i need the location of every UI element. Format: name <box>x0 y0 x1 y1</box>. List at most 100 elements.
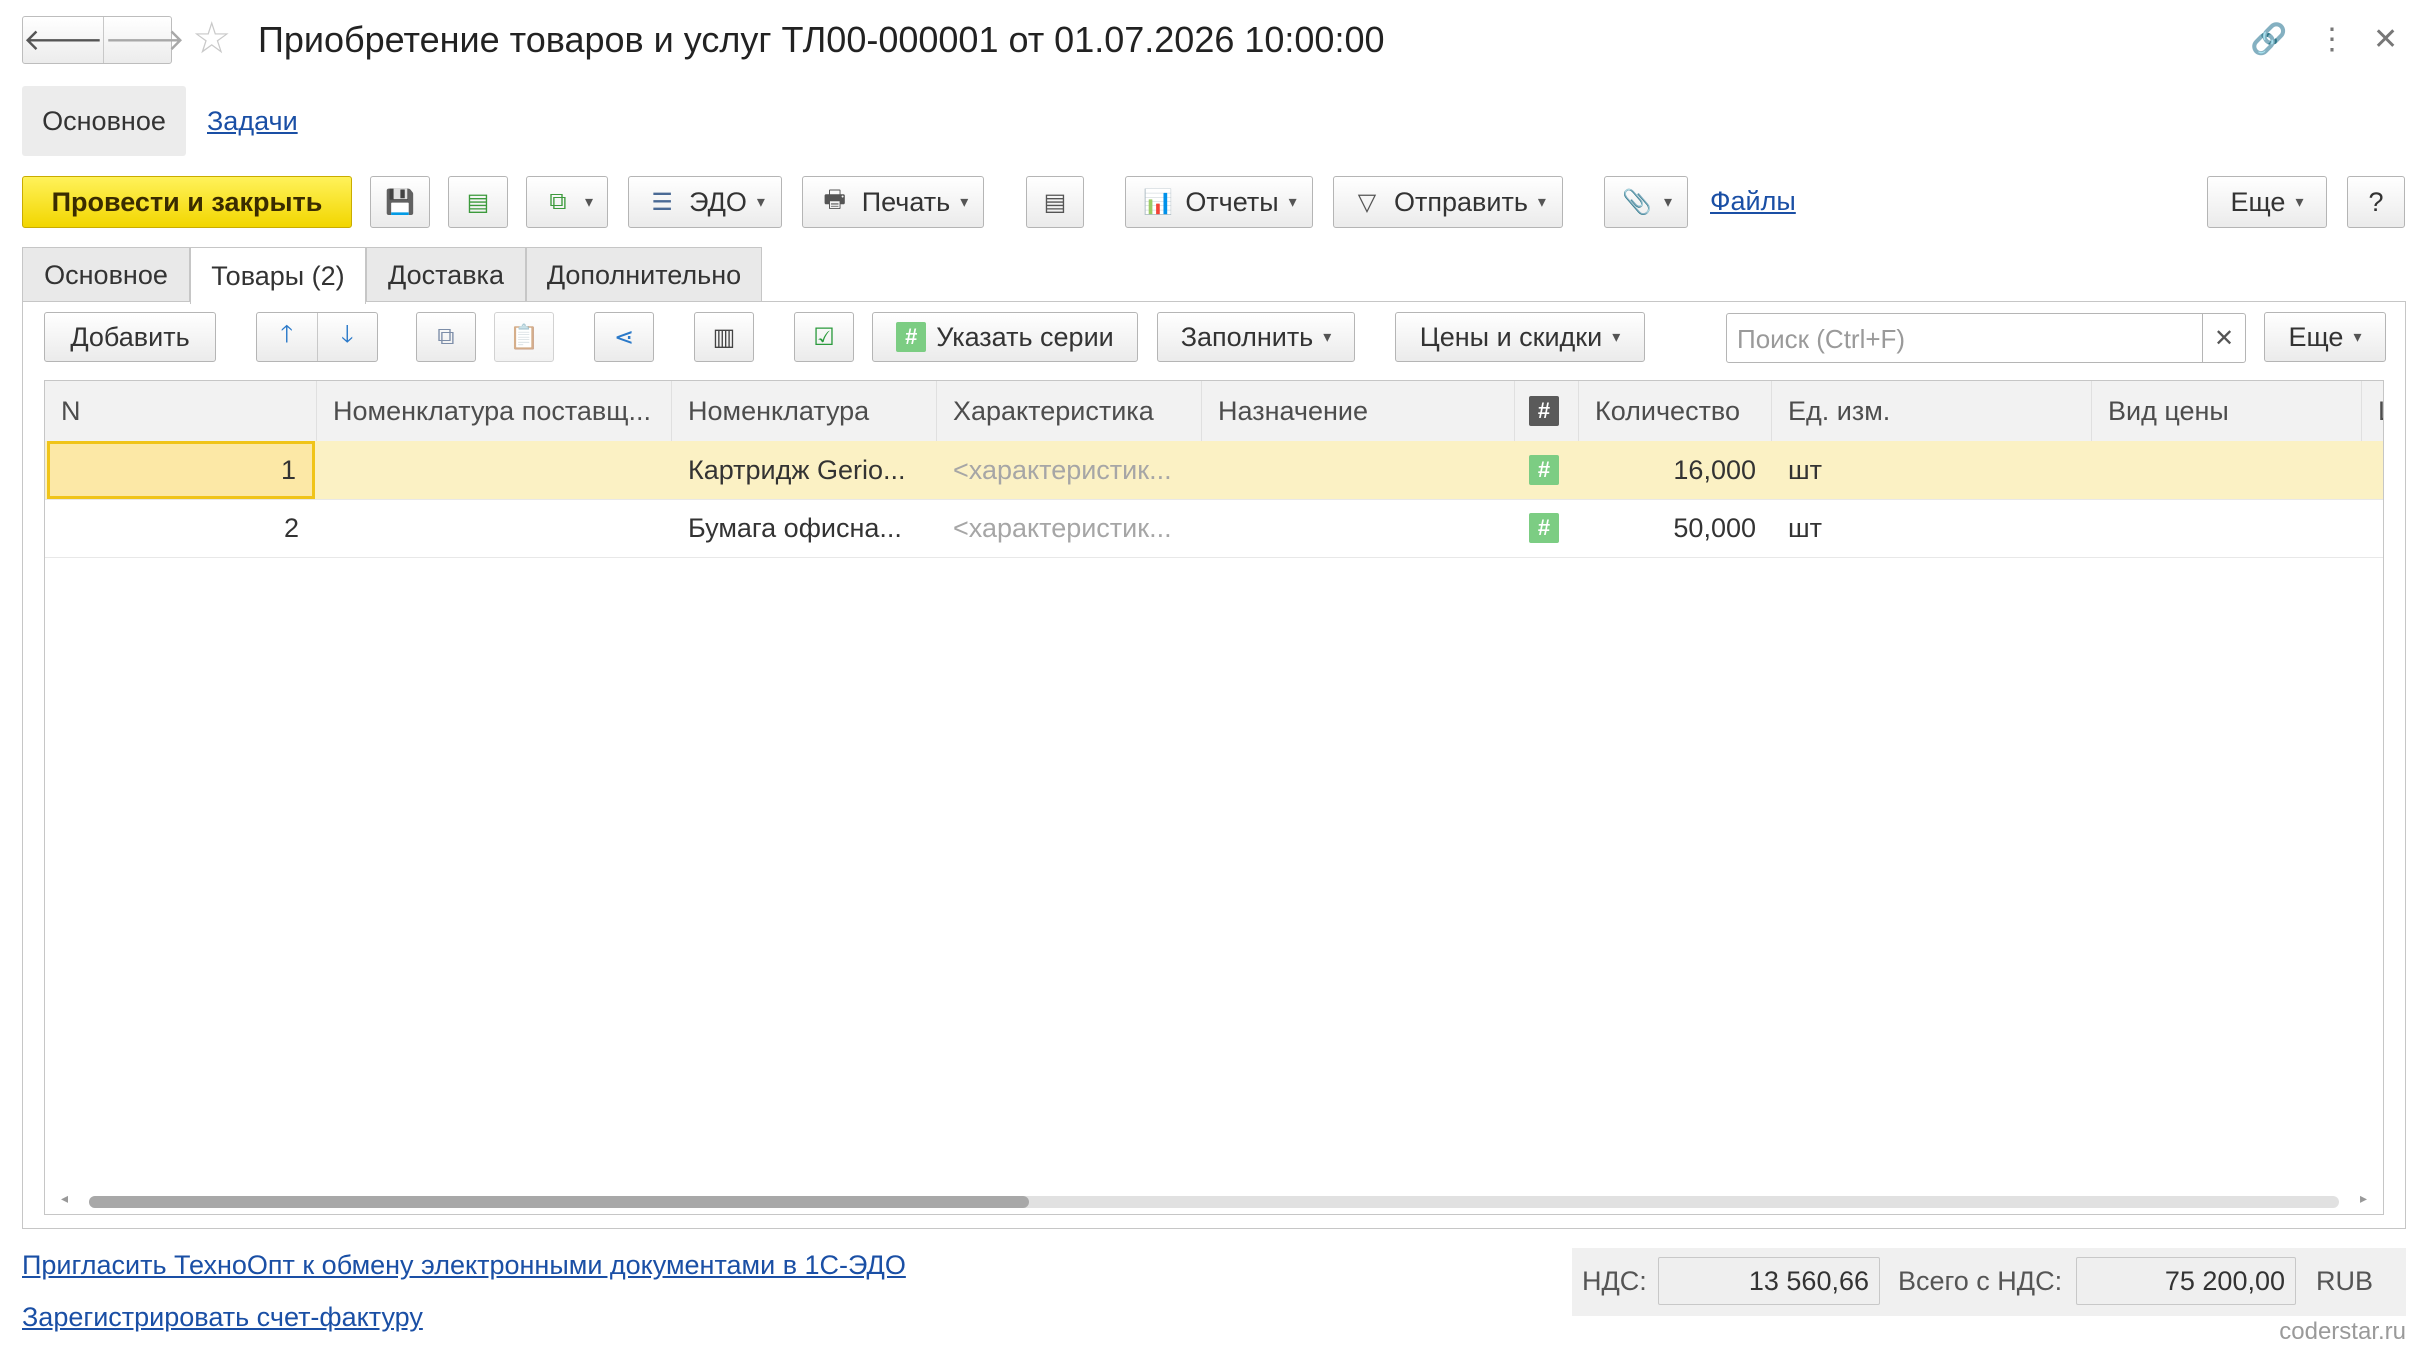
cell-n[interactable]: 2 <box>47 499 315 557</box>
post-and-close-button[interactable]: Провести и закрыть <box>22 176 352 228</box>
chevron-down-icon: ▾ <box>1663 194 1673 211</box>
clear-search-button[interactable]: ✕ <box>2202 314 2245 362</box>
cell-supplier-item[interactable] <box>317 499 672 557</box>
search-input[interactable] <box>1735 322 2179 356</box>
print-button[interactable]: 🖶 Печать ▾ <box>802 176 984 228</box>
cell-purpose[interactable] <box>1202 441 1515 499</box>
tab-additional[interactable]: Дополнительно <box>526 247 762 302</box>
arrow-down-icon: 🡓 <box>341 320 354 348</box>
cell-unit[interactable]: шт <box>1772 499 2092 557</box>
more-label: Еще <box>2230 186 2286 217</box>
column-header-purpose[interactable]: Назначение <box>1202 381 1515 441</box>
cell-unit[interactable]: шт <box>1772 441 2092 499</box>
post-document-icon: ▤ <box>466 188 490 216</box>
hash-icon: # <box>1529 455 1559 485</box>
favorite-star-icon[interactable]: ☆ <box>192 14 231 64</box>
close-icon: ✕ <box>2213 324 2235 352</box>
cell-item[interactable]: Бумага офисна... <box>672 499 937 557</box>
chevron-down-icon: ▾ <box>584 194 594 211</box>
edo-button[interactable]: ☰ ЭДО ▾ <box>628 176 782 228</box>
journal-button[interactable]: ▤ <box>1026 176 1084 228</box>
scroll-left-icon[interactable]: ◂ <box>61 1190 68 1207</box>
move-buttons: 🡑 🡓 <box>256 312 378 362</box>
create-based-on-button[interactable]: ⧉ ▾ <box>526 176 608 228</box>
chevron-down-icon: ▾ <box>1612 329 1621 346</box>
post-button[interactable]: ▤ <box>448 176 508 228</box>
chevron-down-icon: ▾ <box>1323 329 1332 346</box>
split-row-button[interactable]: ⋖ <box>594 312 654 362</box>
list-document-icon: ▤ <box>1043 188 1067 216</box>
more-vertical-icon[interactable]: ⋮ <box>2317 20 2347 60</box>
column-header-supplier-item[interactable]: Номенклатура поставщ... <box>317 381 672 441</box>
goods-more-button[interactable]: Еще ▾ <box>2264 312 2386 362</box>
barcode-button[interactable]: ▥ <box>694 312 754 362</box>
files-link[interactable]: Файлы <box>1710 186 1796 217</box>
fill-button[interactable]: Заполнить ▾ <box>1157 312 1355 362</box>
form-tab-main[interactable]: Основное <box>22 86 186 156</box>
cell-item[interactable]: Картридж Gerio... <box>672 441 937 499</box>
cell-characteristic[interactable]: <характеристик... <box>937 441 1202 499</box>
column-header-characteristic[interactable]: Характеристика <box>937 381 1202 441</box>
edo-label: ЭДО <box>689 186 747 217</box>
scroll-right-icon[interactable]: ▸ <box>2360 1190 2367 1207</box>
back-button[interactable]: 🡐 <box>23 17 103 63</box>
chevron-down-icon: ▾ <box>1288 194 1297 211</box>
copy-icon: ⧉ <box>437 323 455 350</box>
reports-button[interactable]: 📊 Отчеты ▾ <box>1125 176 1313 228</box>
close-icon[interactable]: ✕ <box>2373 20 2398 60</box>
more-button[interactable]: Еще ▾ <box>2207 176 2327 228</box>
column-header-n[interactable]: N <box>45 381 317 441</box>
copy-button[interactable]: ⧉ <box>416 312 476 362</box>
pick-goods-button[interactable]: ☑ <box>794 312 854 362</box>
cell-quantity[interactable]: 50,000 <box>1579 499 1772 557</box>
column-header-item[interactable]: Номенклатура <box>672 381 937 441</box>
total-value: 75 200,00 <box>2076 1257 2296 1305</box>
save-button[interactable]: 💾 <box>370 176 430 228</box>
column-header-unit[interactable]: Ед. изм. <box>1772 381 2092 441</box>
column-header-quantity[interactable]: Количество <box>1579 381 1772 441</box>
cell-price-kind[interactable] <box>2092 441 2362 499</box>
attachments-button[interactable]: 📎 ▾ <box>1604 176 1688 228</box>
send-button[interactable]: ▽ Отправить ▾ <box>1333 176 1563 228</box>
forward-button[interactable]: 🡒 <box>103 17 185 63</box>
cell-series[interactable]: # <box>1515 499 1579 557</box>
chevron-down-icon: ▾ <box>2353 329 2362 346</box>
tab-goods[interactable]: Товары (2) <box>190 247 366 304</box>
tab-main[interactable]: Основное <box>22 247 190 302</box>
specify-series-label: Указать серии <box>936 321 1114 352</box>
chevron-down-icon: ▾ <box>960 194 969 211</box>
vat-value: 13 560,66 <box>1658 1257 1880 1305</box>
prices-discounts-button[interactable]: Цены и скидки ▾ <box>1395 312 1645 362</box>
paste-button[interactable]: 📋 <box>494 312 554 362</box>
cell-purpose[interactable] <box>1202 499 1515 557</box>
cell-quantity[interactable]: 16,000 <box>1579 441 1772 499</box>
cell-n[interactable]: 1 <box>47 441 315 499</box>
floppy-disk-icon: 💾 <box>385 188 415 216</box>
table-row[interactable]: 2 Бумага офисна... <характеристик... # 5… <box>45 499 2383 558</box>
cell-series[interactable]: # <box>1515 441 1579 499</box>
form-tab-tasks[interactable]: Задачи <box>207 86 298 156</box>
cell-characteristic[interactable]: <характеристик... <box>937 499 1202 557</box>
column-header-series[interactable]: # <box>1515 381 1579 441</box>
register-invoice-link[interactable]: Зарегистрировать счет-фактуру <box>22 1302 423 1333</box>
help-button[interactable]: ? <box>2347 176 2405 228</box>
tab-delivery[interactable]: Доставка <box>366 247 526 302</box>
arrow-up-icon: 🡑 <box>280 320 293 348</box>
link-icon[interactable]: 🔗 <box>2250 20 2287 60</box>
add-button[interactable]: Добавить <box>44 312 216 362</box>
split-arrows-icon: ⋖ <box>613 323 635 351</box>
scrollbar-thumb[interactable] <box>89 1196 1029 1208</box>
edo-icon: ☰ <box>651 188 673 216</box>
horizontal-scrollbar[interactable]: ◂ ▸ <box>45 1186 2383 1214</box>
invite-edo-link[interactable]: Пригласить ТехноОпт к обмену электронным… <box>22 1250 906 1281</box>
move-down-button[interactable]: 🡓 <box>318 313 378 361</box>
column-header-price-kind[interactable]: Вид цены <box>2092 381 2362 441</box>
printer-icon: 🖶 <box>823 185 847 213</box>
specify-series-button[interactable]: # Указать серии <box>872 312 1138 362</box>
cell-price-kind[interactable] <box>2092 499 2362 557</box>
table-row[interactable]: 1 Картридж Gerio... <характеристик... # … <box>45 441 2383 500</box>
chevron-down-icon: ▾ <box>756 194 765 211</box>
column-header-price[interactable]: Ц <box>2362 381 2383 441</box>
move-up-button[interactable]: 🡑 <box>257 313 318 361</box>
cell-supplier-item[interactable] <box>317 441 672 499</box>
